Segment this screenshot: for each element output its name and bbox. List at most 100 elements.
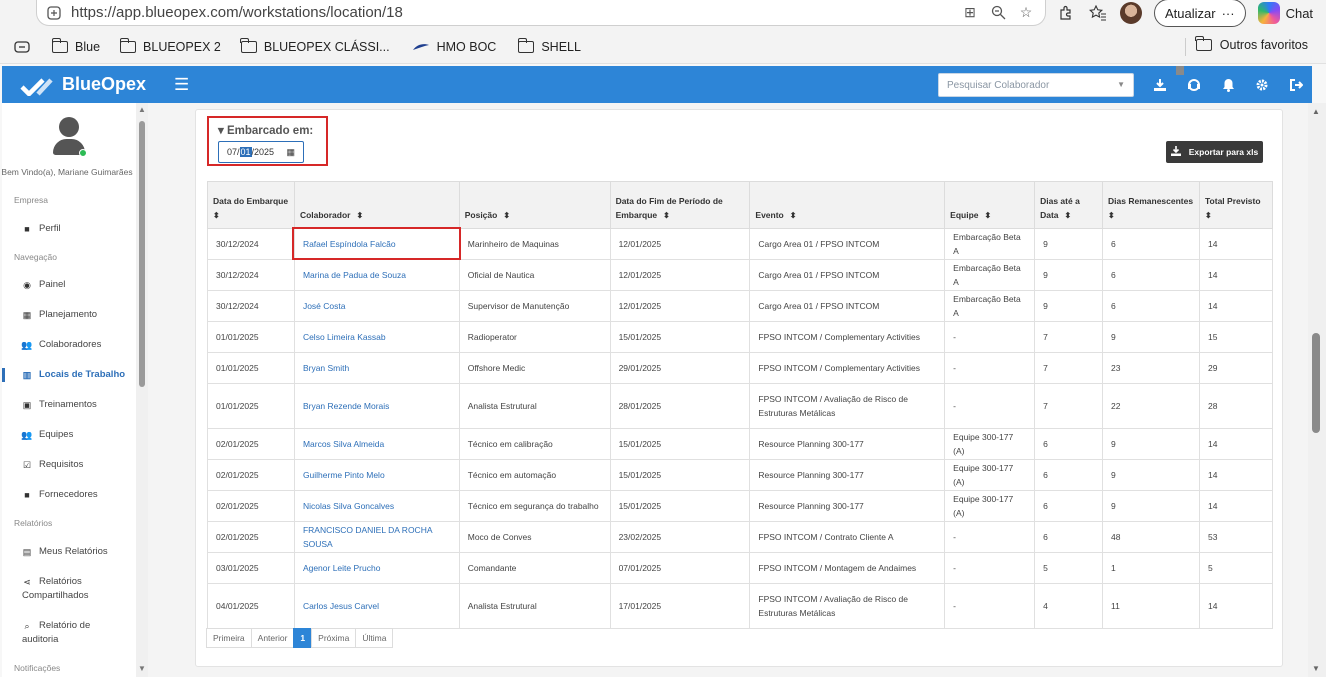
sidebar-item-colaboradores[interactable]: 👥 Colaboradores bbox=[2, 338, 136, 352]
cell-evento: Cargo Area 01 / FPSO INTCOM bbox=[749, 290, 946, 322]
cell-colaborador[interactable]: FRANCISCO DANIEL DA ROCHA SOUSA bbox=[293, 521, 460, 553]
sidebar-item-relatorios-compartilhados[interactable]: ⋖ Relatórios Compartilhados bbox=[2, 575, 136, 603]
user-avatar-icon[interactable] bbox=[51, 117, 87, 157]
sort-icon[interactable]: ⬍ bbox=[1065, 209, 1072, 223]
favorite-shell[interactable]: SHELL bbox=[517, 37, 581, 54]
cell-dias-ate-data: 9 bbox=[1034, 290, 1104, 322]
sort-icon[interactable]: ⬍ bbox=[213, 209, 220, 223]
col-header-colaborador[interactable]: Colaborador ⬍ bbox=[293, 181, 460, 229]
cell-colaborador[interactable]: Carlos Jesus Carvel bbox=[293, 583, 460, 629]
embarked-filter-label[interactable]: ▾ Embarcado em: bbox=[218, 123, 313, 137]
url-text[interactable]: https://app.blueopex.com/workstations/lo… bbox=[71, 4, 403, 21]
app-available-icon[interactable]: ⊞ bbox=[961, 3, 979, 21]
cell-dias-remanescentes: 9 bbox=[1102, 321, 1200, 353]
address-bar[interactable]: https://app.blueopex.com/workstations/lo… bbox=[36, 0, 1046, 26]
menu-toggle-icon[interactable]: ☰ bbox=[174, 75, 189, 95]
support-icon[interactable] bbox=[1186, 77, 1202, 93]
table-row: 02/01/2025 Guilherme Pinto Melo Técnico em… bbox=[207, 459, 1274, 491]
page-next[interactable]: Próxima bbox=[311, 628, 357, 648]
page-last[interactable]: Última bbox=[355, 628, 394, 648]
scroll-down-icon[interactable]: ▼ bbox=[1312, 664, 1320, 673]
favorites-bar-icon[interactable] bbox=[1088, 3, 1108, 23]
page-scroll-thumb[interactable] bbox=[1312, 333, 1320, 433]
sort-icon[interactable]: ⬍ bbox=[1108, 209, 1115, 223]
sidebar-item-requisitos[interactable]: ☑ Requisitos bbox=[2, 458, 136, 472]
col-header-total-previsto[interactable]: Total Previsto ⬍ bbox=[1198, 181, 1274, 229]
cell-colaborador[interactable]: Marcos Silva Almeida bbox=[293, 428, 460, 460]
sort-icon[interactable]: ⬍ bbox=[663, 209, 670, 223]
sidebar-item-perfil[interactable]: ■ Perfil bbox=[2, 222, 136, 236]
site-info-icon[interactable] bbox=[47, 5, 61, 20]
settings-gear-icon[interactable] bbox=[1254, 77, 1270, 93]
favorite-blue[interactable]: Blue bbox=[51, 37, 100, 54]
search-collaborator-select[interactable]: Pesquisar Colaborador ▼ bbox=[938, 73, 1134, 97]
update-button[interactable]: Atualizar ··· bbox=[1154, 0, 1246, 27]
page-prev[interactable]: Anterior bbox=[250, 628, 295, 648]
cell-colaborador[interactable]: Celso Limeira Kassab bbox=[293, 321, 460, 353]
cell-evento: FPSO INTCOM / Contrato Cliente A bbox=[749, 521, 946, 553]
page-scrollbar[interactable]: ▲ ▼ bbox=[1308, 103, 1326, 677]
favorite-blueopex-2[interactable]: BLUEOPEX 2 bbox=[119, 37, 221, 54]
logout-icon[interactable] bbox=[1288, 77, 1304, 93]
cell-colaborador[interactable]: Nicolas Silva Goncalves bbox=[293, 490, 460, 522]
cell-total-previsto: 14 bbox=[1198, 490, 1274, 522]
notifications-bell-icon[interactable] bbox=[1220, 77, 1236, 93]
sidebar-item-painel[interactable]: ◉ Painel bbox=[2, 278, 136, 292]
calendar-icon: ▦ bbox=[22, 310, 32, 320]
export-xls-button[interactable]: Exportar para xls bbox=[1166, 141, 1263, 163]
col-header-dias-ate-data[interactable]: Dias até a Data ⬍ bbox=[1034, 181, 1104, 229]
sidebar-item-fornecedores[interactable]: ■ Fornecedores bbox=[2, 488, 136, 502]
col-header-posicao[interactable]: Posição ⬍ bbox=[458, 181, 611, 229]
sidebar-item-equipes[interactable]: 👥 Equipes bbox=[2, 428, 136, 442]
tab-actions-icon[interactable] bbox=[14, 40, 30, 53]
cell-colaborador[interactable]: Agenor Leite Prucho bbox=[293, 552, 460, 584]
page-current[interactable]: 1 bbox=[293, 628, 313, 648]
cell-posicao: Técnico em segurança do trabalho bbox=[458, 490, 611, 522]
folder-icon bbox=[240, 37, 257, 53]
col-header-data-embarque[interactable]: Data do Embarque ⬍ bbox=[207, 181, 295, 229]
page-first[interactable]: Primeira bbox=[206, 628, 252, 648]
profile-avatar[interactable] bbox=[1120, 2, 1142, 24]
col-header-fim-periodo[interactable]: Data do Fim de Período de Embarque ⬍ bbox=[609, 181, 751, 229]
col-header-equipe[interactable]: Equipe ⬍ bbox=[944, 181, 1036, 229]
zoom-icon[interactable] bbox=[989, 3, 1007, 21]
other-favorites[interactable]: Outros favoritos bbox=[1195, 36, 1308, 52]
copilot-chat-button[interactable]: Chat bbox=[1257, 2, 1313, 24]
sort-icon[interactable]: ⬍ bbox=[790, 209, 797, 223]
extensions-icon[interactable] bbox=[1056, 3, 1076, 23]
sidebar-item-locais-de-trabalho[interactable]: ▥ Locais de Trabalho bbox=[2, 368, 136, 382]
sort-icon[interactable]: ⬍ bbox=[1205, 209, 1212, 223]
sidebar-item-treinamentos[interactable]: ▣ Treinamentos bbox=[2, 398, 136, 412]
sort-icon[interactable]: ⬍ bbox=[356, 209, 363, 223]
download-icon[interactable] bbox=[1152, 77, 1168, 93]
cell-colaborador[interactable]: José Costa bbox=[293, 290, 460, 322]
sidebar-item-relatorio-auditoria[interactable]: ⌕ Relatório de auditoria bbox=[2, 619, 136, 647]
favorite-star-icon[interactable]: ☆ bbox=[1017, 3, 1035, 21]
favorite-hmo-boc[interactable]: HMO BOC bbox=[412, 40, 496, 54]
embarked-date-input[interactable]: 07/01/2025 ▦ bbox=[218, 141, 304, 163]
sort-icon[interactable]: ⬍ bbox=[985, 209, 992, 223]
calendar-icon[interactable]: ▦ bbox=[286, 147, 295, 158]
scroll-down-icon[interactable]: ▼ bbox=[138, 664, 146, 673]
brand-name: BlueOpex bbox=[62, 74, 147, 94]
cell-colaborador[interactable]: Guilherme Pinto Melo bbox=[293, 459, 460, 491]
brand-logo[interactable]: BlueOpex bbox=[20, 74, 146, 96]
sidebar-scrollbar[interactable]: ▲ ▼ bbox=[136, 103, 148, 677]
sidebar-item-planejamento[interactable]: ▦ Planejamento bbox=[2, 308, 136, 322]
cell-posicao: Offshore Medic bbox=[458, 352, 611, 384]
cell-colaborador[interactable]: Bryan Rezende Morais bbox=[293, 383, 460, 429]
scroll-up-icon[interactable]: ▲ bbox=[138, 105, 146, 114]
sidebar-scroll-thumb[interactable] bbox=[139, 121, 145, 387]
col-header-evento[interactable]: Evento ⬍ bbox=[749, 181, 946, 229]
sidebar-section-empresa: Empresa bbox=[14, 195, 49, 205]
cell-data-embarque: 01/01/2025 bbox=[207, 383, 295, 429]
cell-equipe: Equipe 300-177 (A) bbox=[944, 490, 1036, 522]
sidebar-item-meus-relatorios[interactable]: ▤ Meus Relatórios bbox=[2, 545, 136, 559]
col-header-dias-remanescentes[interactable]: Dias Remanescentes ⬍ bbox=[1102, 181, 1200, 229]
favorite-blueopex-classico[interactable]: BLUEOPEX CLÁSSI... bbox=[240, 37, 390, 54]
app-header: BlueOpex ☰ Pesquisar Colaborador ▼ bbox=[2, 66, 1312, 103]
scroll-up-icon[interactable]: ▲ bbox=[1312, 107, 1320, 116]
sort-icon[interactable]: ⬍ bbox=[503, 209, 510, 223]
cell-colaborador[interactable]: Marina de Padua de Souza bbox=[293, 259, 460, 291]
cell-colaborador[interactable]: Bryan Smith bbox=[293, 352, 460, 384]
